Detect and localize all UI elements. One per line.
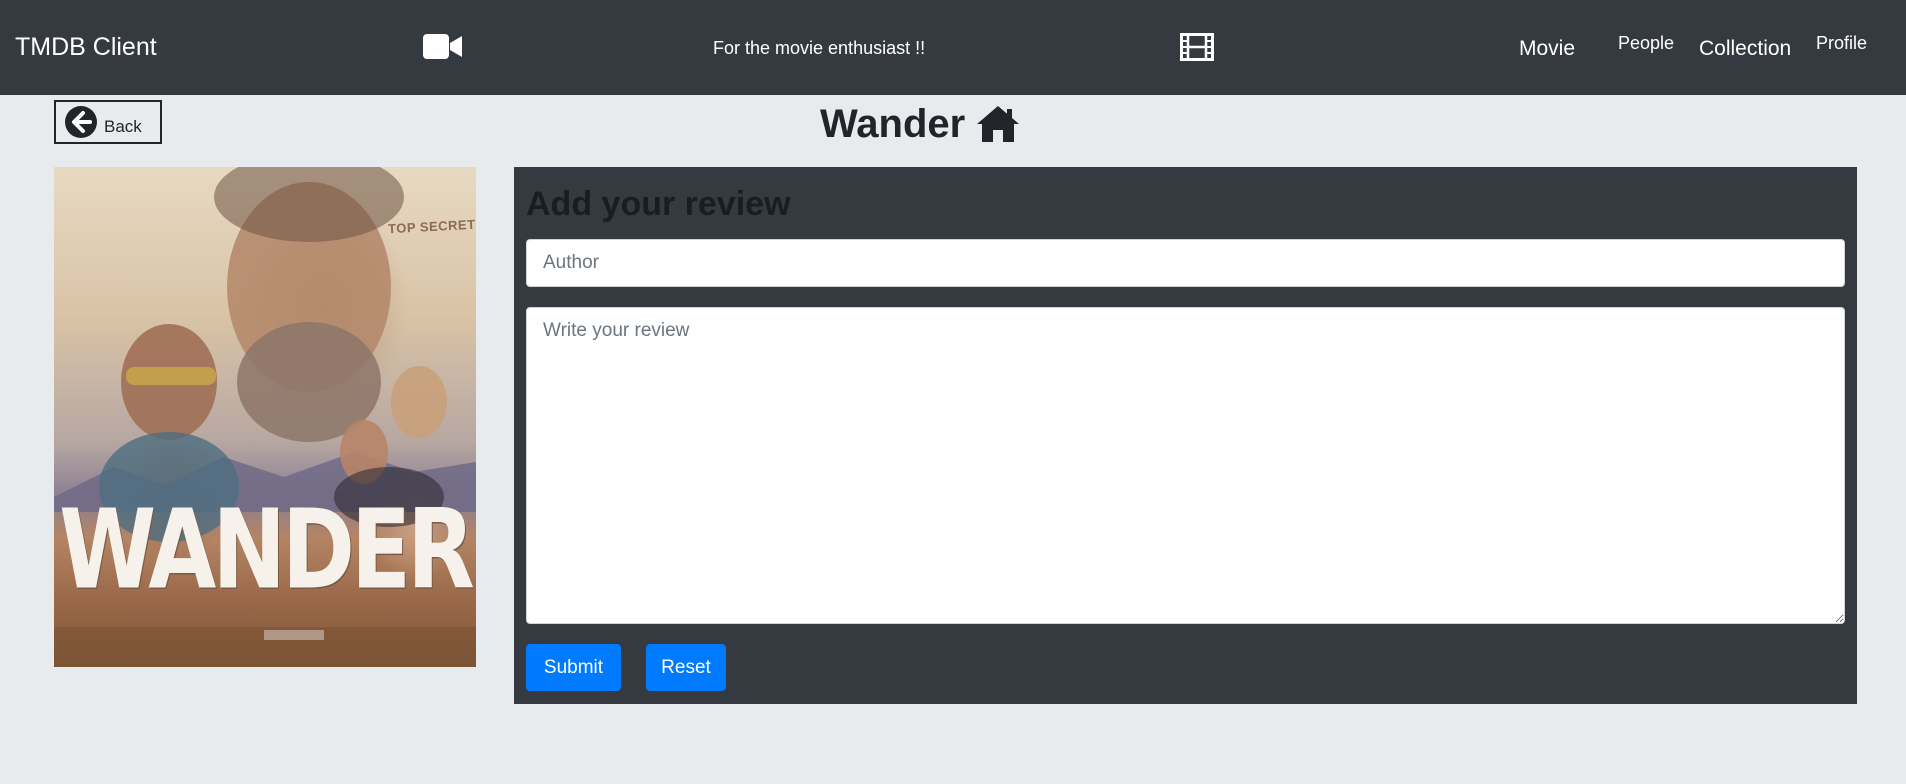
- nav-collection-link[interactable]: Collection: [1699, 37, 1791, 61]
- brand-link[interactable]: TMDB Client: [15, 33, 157, 62]
- poster-title-text: WANDER: [59, 485, 475, 614]
- back-button[interactable]: Back: [54, 100, 162, 144]
- nav-profile-link[interactable]: Profile: [1816, 33, 1867, 54]
- page-title: Wander: [820, 100, 1021, 148]
- tagline: For the movie enthusiast !!: [713, 38, 926, 58]
- review-textarea[interactable]: [526, 307, 1845, 624]
- review-heading: Add your review: [526, 185, 791, 223]
- nav-movie-link[interactable]: Movie: [1519, 37, 1575, 61]
- submit-button[interactable]: Submit: [526, 644, 621, 691]
- review-panel: Add your review Submit Reset: [514, 167, 1857, 704]
- navbar: TMDB Client For the movie enthusiast !! …: [0, 0, 1906, 95]
- video-camera-icon: [423, 34, 462, 59]
- author-input[interactable]: [526, 239, 1845, 287]
- nav-people-link[interactable]: People: [1618, 33, 1674, 54]
- back-button-label: Back: [104, 117, 142, 136]
- movie-title: Wander: [820, 101, 966, 146]
- movie-poster: TOP SECRET WANDER: [54, 167, 476, 667]
- reset-button[interactable]: Reset: [646, 644, 726, 691]
- home-icon[interactable]: [975, 104, 1021, 144]
- film-icon: [1180, 33, 1214, 61]
- arrow-circle-left-icon: [65, 106, 97, 138]
